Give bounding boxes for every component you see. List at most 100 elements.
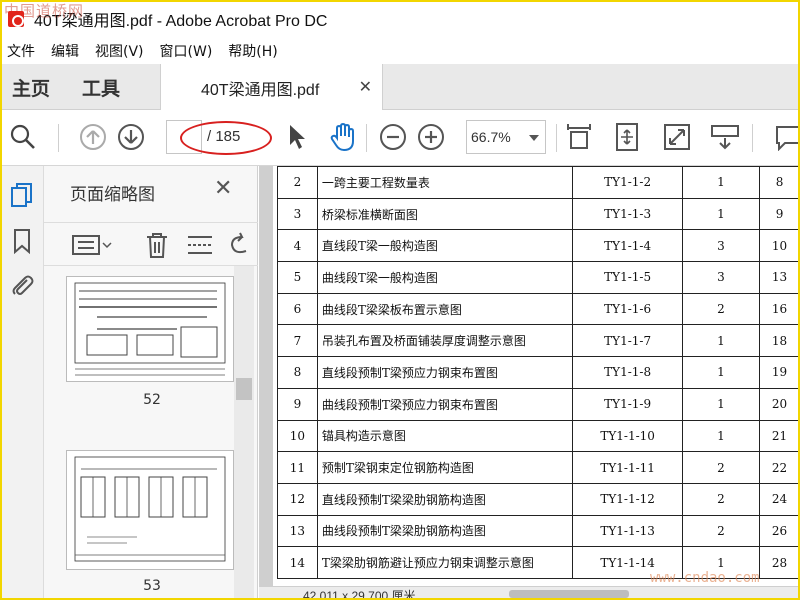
page-number: 10 xyxy=(759,229,800,263)
menu-window[interactable]: 窗口(W) xyxy=(153,41,222,61)
select-cursor-icon[interactable] xyxy=(282,122,312,152)
tab-tools[interactable]: 工具 xyxy=(82,74,120,101)
drawing-code: TY1-1-11 xyxy=(572,451,683,484)
drawing-code: TY1-1-4 xyxy=(572,229,683,263)
row-number: 4 xyxy=(277,229,318,263)
read-mode-icon[interactable] xyxy=(710,122,740,152)
close-icon[interactable]: ✕ xyxy=(359,77,372,96)
drawing-code: TY1-1-8 xyxy=(572,356,683,389)
thumbnail-scrollbar[interactable] xyxy=(234,266,254,600)
drawing-title: 直线段预制T梁梁肋钢筋构造图 xyxy=(316,482,574,516)
navigation-rail xyxy=(0,166,44,600)
close-icon[interactable]: ✕ xyxy=(214,176,232,201)
sheet-count: 1 xyxy=(681,166,761,199)
attachment-icon[interactable] xyxy=(9,272,35,298)
tab-document[interactable]: 40T梁通用图.pdf ✕ xyxy=(160,64,383,110)
page-number: 20 xyxy=(759,387,800,421)
page-number: 24 xyxy=(759,482,800,516)
hand-tool-icon[interactable] xyxy=(328,122,358,152)
tab-bar: 主页 工具 40T梁通用图.pdf ✕ xyxy=(0,64,800,110)
table-row: 4 直线段T梁一般构造图 TY1-1-4 3 10 xyxy=(277,229,800,263)
page-number: 28 xyxy=(759,546,800,579)
zoom-select[interactable]: 66.7% xyxy=(466,120,546,154)
page-number: 26 xyxy=(759,514,800,548)
zoom-in-icon[interactable] xyxy=(416,122,446,152)
row-number: 13 xyxy=(277,514,318,548)
page-number: 8 xyxy=(759,166,800,199)
table-row: 11 预制T梁钢束定位钢筋构造图 TY1-1-11 2 22 xyxy=(277,451,800,484)
fit-page-icon[interactable] xyxy=(612,122,642,152)
annotation-ellipse xyxy=(180,121,272,155)
sheet-count: 1 xyxy=(681,356,761,389)
row-number: 5 xyxy=(277,261,318,294)
comment-icon[interactable] xyxy=(772,122,800,152)
thumbnail-page-number: 52 xyxy=(143,392,161,408)
pdf-page: 2 一跨主要工程数量表 TY1-1-2 1 8 3 桥梁标准横断面图 TY1-1-3 1 9 4 直线… xyxy=(273,166,800,586)
panel-toolbar xyxy=(44,222,258,266)
acrobat-app-icon xyxy=(8,11,24,27)
tab-home[interactable]: 主页 xyxy=(12,74,50,101)
horizontal-scrollbar-thumb[interactable] xyxy=(509,590,629,598)
menu-view[interactable]: 视图(V) xyxy=(88,41,153,61)
options-menu-icon[interactable] xyxy=(72,233,112,261)
insert-pages-icon[interactable] xyxy=(186,231,214,263)
drawing-code: TY1-1-13 xyxy=(572,514,683,548)
toolbar-divider xyxy=(556,124,557,152)
thumbnail-page-number: 53 xyxy=(143,578,161,594)
sheet-count: 2 xyxy=(681,514,761,548)
row-number: 14 xyxy=(277,546,318,579)
drawing-code: TY1-1-5 xyxy=(572,261,683,294)
page-size-readout: 42.011 x 29.700 厘米 xyxy=(303,589,416,600)
table-row: 8 直线段预制T梁预应力钢束布置图 TY1-1-8 1 19 xyxy=(277,356,800,389)
sheet-count: 1 xyxy=(681,387,761,421)
zoom-out-icon[interactable] xyxy=(378,122,408,152)
table-row: 12 直线段预制T梁梁肋钢筋构造图 TY1-1-12 2 24 xyxy=(277,482,800,516)
row-number: 11 xyxy=(277,451,318,484)
sheet-count: 3 xyxy=(681,229,761,263)
sheet-count: 2 xyxy=(681,482,761,516)
menu-file[interactable]: 文件 xyxy=(0,41,44,61)
zoom-value: 66.7% xyxy=(471,129,511,145)
drawing-title: T梁梁肋钢筋避让预应力钢束调整示意图 xyxy=(316,546,574,579)
page-number: 13 xyxy=(759,261,800,294)
page-number: 9 xyxy=(759,197,800,231)
drawing-title: 曲线段预制T梁预应力钢束布置图 xyxy=(316,387,574,421)
drawing-title: 直线段预制T梁预应力钢束布置图 xyxy=(316,356,574,389)
scrollbar-thumb[interactable] xyxy=(236,378,252,400)
page-number: 18 xyxy=(759,324,800,358)
drawing-code: TY1-1-10 xyxy=(572,419,683,453)
drawing-code: TY1-1-3 xyxy=(572,197,683,231)
drawing-code: TY1-1-6 xyxy=(572,292,683,326)
row-number: 9 xyxy=(277,387,318,421)
drawing-code: TY1-1-9 xyxy=(572,387,683,421)
table-row: 13 曲线段预制T梁梁肋钢筋构造图 TY1-1-13 2 26 xyxy=(277,514,800,548)
page-thumbnail[interactable] xyxy=(66,276,234,382)
table-row: 7 吊装孔布置及桥面铺装厚度调整示意图 TY1-1-7 1 18 xyxy=(277,324,800,358)
drawing-title: 锚具构造示意图 xyxy=(316,419,574,453)
table-row: 5 曲线段T梁一般构造图 TY1-1-5 3 13 xyxy=(277,261,800,294)
menu-edit[interactable]: 编辑 xyxy=(44,41,88,61)
row-number: 8 xyxy=(277,356,318,389)
drawing-code: TY1-1-2 xyxy=(572,166,683,199)
drawing-title: 直线段T梁一般构造图 xyxy=(316,229,574,263)
previous-page-icon[interactable] xyxy=(78,122,108,152)
page-thumbnails-icon[interactable] xyxy=(9,182,35,208)
delete-icon[interactable] xyxy=(144,231,170,263)
row-number: 2 xyxy=(277,166,318,199)
full-screen-icon[interactable] xyxy=(662,122,692,152)
page-number: 21 xyxy=(759,419,800,453)
bookmark-icon[interactable] xyxy=(9,228,35,255)
chevron-down-icon xyxy=(529,135,539,141)
page-number: 19 xyxy=(759,356,800,389)
next-page-icon[interactable] xyxy=(116,122,146,152)
search-icon[interactable] xyxy=(8,122,38,152)
page-view-icon[interactable] xyxy=(564,122,594,152)
table-row: 9 曲线段预制T梁预应力钢束布置图 TY1-1-9 1 20 xyxy=(277,387,800,421)
page-thumbnail[interactable] xyxy=(66,450,234,570)
rotate-icon[interactable] xyxy=(226,231,252,263)
menu-help[interactable]: 帮助(H) xyxy=(221,41,286,61)
row-number: 3 xyxy=(277,197,318,231)
status-bar: 42.011 x 29.700 厘米 xyxy=(259,586,800,600)
document-view: 2 一跨主要工程数量表 TY1-1-2 1 8 3 桥梁标准横断面图 TY1-1-3 1 9 4 直线… xyxy=(259,166,800,600)
table-row: 6 曲线段T梁梁板布置示意图 TY1-1-6 2 16 xyxy=(277,292,800,326)
